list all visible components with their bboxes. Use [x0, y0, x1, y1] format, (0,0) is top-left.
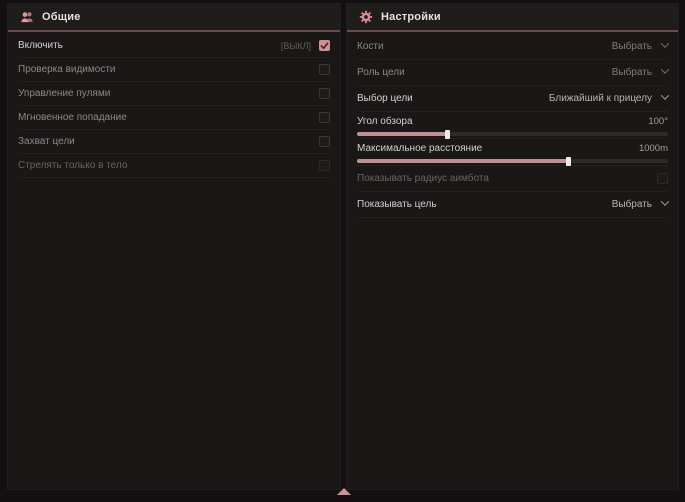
- chevron-down-icon: [661, 91, 669, 99]
- hotkey-badge: [ВЫКЛ]: [281, 41, 311, 51]
- panel-title: Настройки: [381, 11, 441, 23]
- slider-handle[interactable]: [566, 157, 571, 166]
- toggle-label: Управление пулями: [18, 88, 110, 99]
- toggle-row: Включить [ВЫКЛ]: [18, 34, 330, 58]
- setting-row: Показывать радиус аимбота: [357, 166, 668, 192]
- show-aimbot-radius-checkbox[interactable]: [657, 173, 668, 184]
- instant-hit-checkbox[interactable]: [319, 112, 330, 123]
- chevron-down-icon: [661, 197, 669, 205]
- users-icon: [20, 10, 34, 24]
- gear-icon: [359, 10, 373, 24]
- toggle-row: Захват цели: [18, 130, 330, 154]
- slider-value: 100°: [648, 116, 668, 127]
- general-panel-header: Общие: [8, 4, 340, 32]
- panel-title: Общие: [42, 11, 81, 23]
- show-target-dropdown[interactable]: Выбрать: [612, 199, 668, 210]
- toggle-label: Мгновенное попадание: [18, 112, 127, 123]
- setting-row: Выбор цели Ближайший к прицелу: [357, 86, 668, 112]
- setting-label: Показывать цель: [357, 199, 437, 210]
- slider-fill: [357, 159, 568, 163]
- toggle-label: Включить: [18, 40, 63, 51]
- slider-fill: [357, 132, 447, 136]
- toggle-label: Захват цели: [18, 136, 75, 147]
- toggle-row: Мгновенное попадание: [18, 106, 330, 130]
- slider-value: 1000m: [639, 143, 668, 154]
- setting-label: Максимальное расстояние: [357, 143, 482, 154]
- body-only-checkbox[interactable]: [319, 160, 330, 171]
- setting-row: Кости Выбрать: [357, 34, 668, 60]
- setting-label: Выбор цели: [357, 93, 413, 104]
- scroll-up-triangle-icon[interactable]: [337, 488, 351, 495]
- toggle-row: Стрелять только в тело: [18, 154, 330, 178]
- enable-checkbox[interactable]: [319, 40, 330, 51]
- settings-panel-header: Настройки: [347, 4, 678, 32]
- visibility-check-checkbox[interactable]: [319, 64, 330, 75]
- dropdown-value: Выбрать: [612, 199, 652, 210]
- fov-slider[interactable]: [357, 132, 668, 136]
- target-selection-dropdown[interactable]: Ближайший к прицелу: [549, 93, 668, 104]
- bullet-control-checkbox[interactable]: [319, 88, 330, 99]
- toggle-label: Стрелять только в тело: [18, 160, 127, 171]
- setting-row: Показывать цель Выбрать: [357, 192, 668, 218]
- dropdown-value: Ближайший к прицелу: [549, 93, 652, 104]
- toggle-label: Проверка видимости: [18, 64, 116, 75]
- chevron-down-icon: [661, 39, 669, 47]
- dropdown-value: Выбрать: [612, 67, 652, 78]
- setting-label: Показывать радиус аимбота: [357, 173, 489, 184]
- check-icon: [320, 41, 329, 50]
- settings-panel: Настройки Кости Выбрать Роль цели Выбрат…: [347, 4, 678, 489]
- chevron-down-icon: [661, 65, 669, 73]
- setting-label: Кости: [357, 41, 384, 52]
- toggle-row: Управление пулями: [18, 82, 330, 106]
- toggle-row: Проверка видимости: [18, 58, 330, 82]
- slider-handle[interactable]: [445, 130, 450, 139]
- target-lock-checkbox[interactable]: [319, 136, 330, 147]
- setting-label: Роль цели: [357, 67, 405, 78]
- dropdown-value: Выбрать: [612, 41, 652, 52]
- max-distance-slider[interactable]: [357, 159, 668, 163]
- setting-label: Угол обзора: [357, 116, 413, 127]
- bones-dropdown[interactable]: Выбрать: [612, 41, 668, 52]
- setting-row: Максимальное расстояние 1000m: [357, 139, 668, 166]
- setting-row: Роль цели Выбрать: [357, 60, 668, 86]
- target-role-dropdown[interactable]: Выбрать: [612, 67, 668, 78]
- general-panel: Общие Включить [ВЫКЛ] Проверка видимости…: [8, 4, 340, 489]
- setting-row: Угол обзора 100°: [357, 112, 668, 139]
